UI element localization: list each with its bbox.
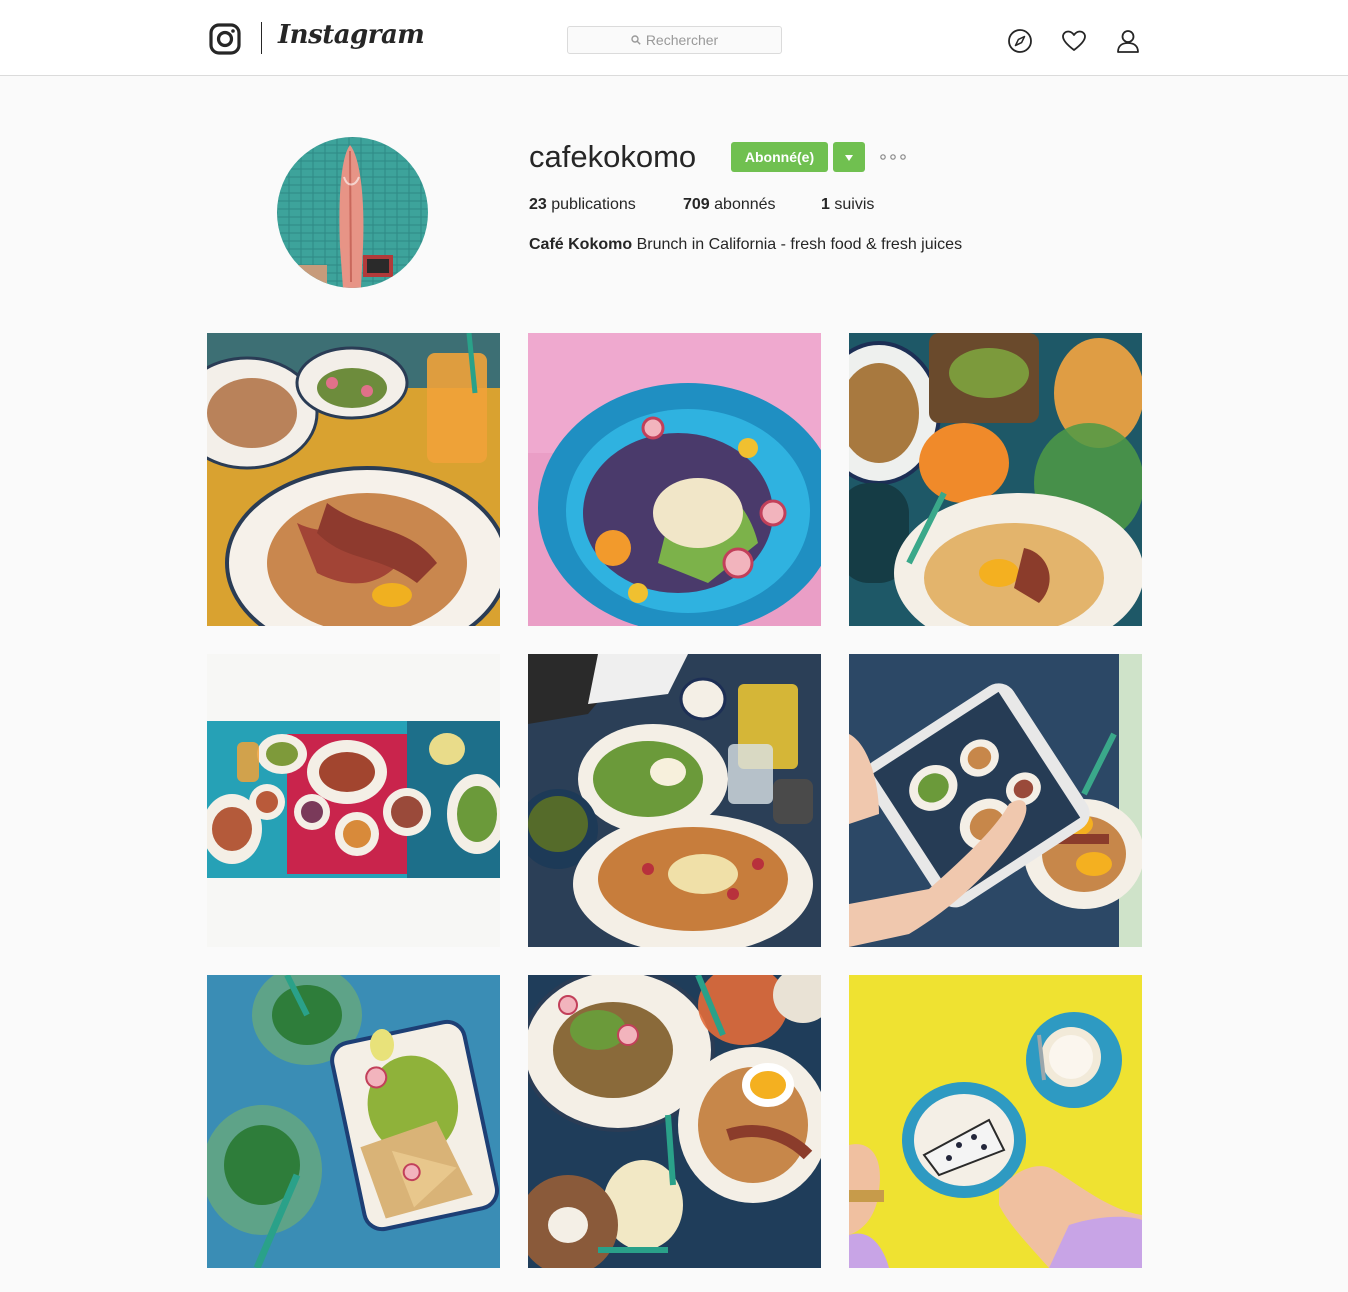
following-label: suivis	[834, 196, 875, 213]
suggestions-dropdown-button[interactable]	[833, 142, 865, 172]
followers-label: abonnés	[714, 196, 776, 213]
post-thumbnail-brunch-teal-table[interactable]	[849, 333, 1142, 626]
search-placeholder: Rechercher	[645, 32, 719, 48]
posts-label: publications	[551, 196, 636, 213]
heart-icon[interactable]	[1061, 28, 1087, 54]
post-thumbnail-brunch-green-straw[interactable]	[528, 975, 821, 1268]
post-thumbnail-guacamole-mojito[interactable]	[207, 975, 500, 1268]
following-stat[interactable]: 1 suivis	[821, 196, 874, 214]
following-count: 1	[821, 196, 830, 213]
logo-divider	[261, 22, 262, 54]
post-thumbnail-phone-photo-brunch[interactable]	[849, 654, 1142, 947]
profile-avatar[interactable]	[277, 137, 428, 288]
instagram-camera-logo-icon[interactable]	[209, 23, 241, 55]
instagram-wordmark-logo[interactable]: Instagram	[278, 20, 425, 50]
top-navigation-bar: Instagram Rechercher	[0, 0, 1348, 76]
posts-count-stat: 23 publications	[529, 196, 636, 214]
search-input[interactable]: Rechercher	[567, 26, 782, 54]
post-thumbnail-pancakes-tea-dark[interactable]	[528, 654, 821, 947]
profile-bio: Café Kokomo Brunch in California - fresh…	[529, 236, 962, 254]
post-thumbnail-pancakes-bacon[interactable]	[207, 333, 500, 626]
caret-down-icon	[845, 148, 853, 166]
followers-stat[interactable]: 709 abonnés	[683, 196, 776, 214]
profile-bio-text: Brunch in California - fresh food & fres…	[636, 236, 963, 253]
post-thumbnail-cheesecake-yellow[interactable]	[849, 975, 1142, 1268]
posts-count: 23	[529, 196, 547, 213]
profile-username: cafekokomo	[529, 139, 697, 174]
person-icon[interactable]	[1115, 28, 1141, 54]
compass-icon[interactable]	[1007, 28, 1033, 54]
profile-full-name: Café Kokomo	[529, 236, 633, 253]
followers-count: 709	[683, 196, 710, 213]
more-options-icon[interactable]	[880, 152, 906, 162]
post-thumbnail-salad-bowl-pink[interactable]	[528, 333, 821, 626]
search-icon	[631, 32, 641, 48]
post-thumbnail-table-overhead-landscape[interactable]	[207, 654, 500, 947]
following-button[interactable]: Abonné(e)	[731, 142, 828, 172]
